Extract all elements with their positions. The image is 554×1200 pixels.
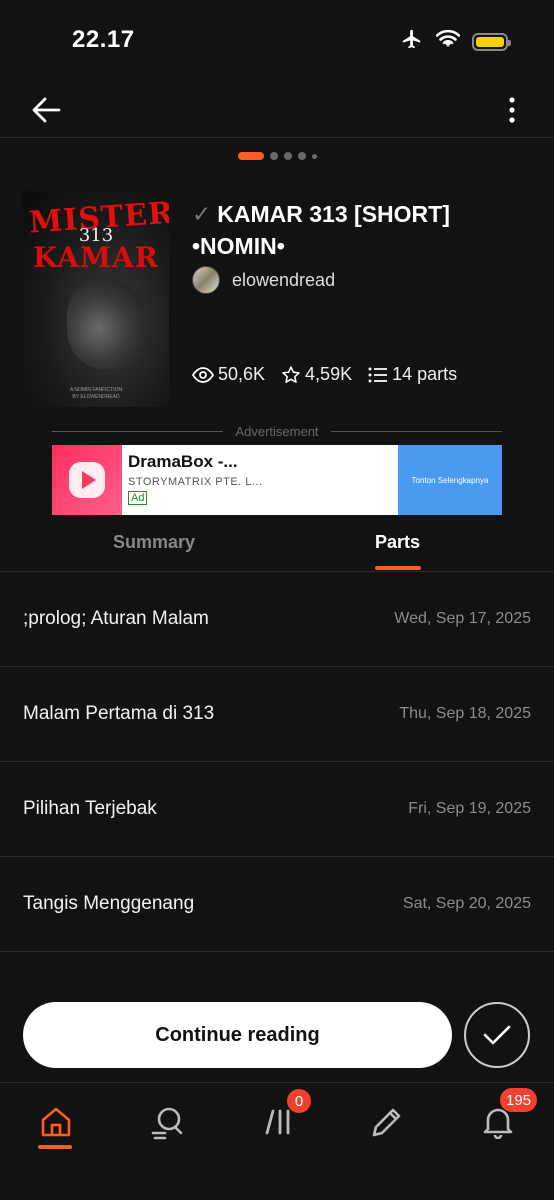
part-date: Sat, Sep 20, 2025 (402, 895, 531, 912)
list-item[interactable]: ;prolog; Aturan Malam Wed, Sep 17, 2025 (0, 572, 554, 667)
airplane-icon (400, 28, 424, 55)
views-count: 50,6K (218, 364, 266, 384)
battery-icon (472, 32, 511, 51)
part-date: Thu, Sep 18, 2025 (399, 705, 531, 722)
nav-home[interactable] (31, 1097, 81, 1147)
tab-summary[interactable]: Summary (113, 532, 195, 553)
verified-check-icon: ✓ (192, 201, 212, 227)
author-name[interactable]: elowendread (232, 270, 335, 291)
more-options-button[interactable] (498, 92, 526, 128)
pager-dot[interactable] (311, 153, 317, 159)
part-date: Fri, Sep 19, 2025 (408, 800, 531, 817)
more-vertical-icon (509, 97, 515, 123)
status-bar: 22.17 (0, 0, 554, 84)
library-icon (265, 1109, 290, 1135)
ad-label: Advertisement (235, 424, 319, 439)
arrow-left-icon (32, 97, 61, 123)
story-stats: 50,6K 4,59K 14 parts (192, 364, 457, 385)
ad-publisher: STORYMATRIX PTE. L... (128, 476, 263, 488)
parts-stat: 14 parts (368, 364, 457, 385)
part-date: Wed, Sep 17, 2025 (394, 610, 531, 627)
check-icon (483, 1025, 511, 1045)
status-icons (400, 28, 511, 55)
cover-credit-line2: BY ELOWENDREAD (72, 394, 120, 400)
votes-stat: 4,59K (281, 364, 352, 385)
ad-cta-button[interactable]: Tonton Selengkapnya (398, 445, 502, 515)
ad-badge: Ad (128, 491, 148, 505)
home-icon (41, 1107, 71, 1137)
book-cover[interactable]: MISTERI 313 KAMAR A NOMIN FANFICTION BY … (23, 191, 169, 407)
library-badge: 0 (287, 1089, 311, 1113)
list-icon (368, 367, 388, 382)
votes-count: 4,59K (305, 364, 353, 384)
search-icon (151, 1107, 183, 1140)
pager-dot[interactable] (297, 152, 306, 160)
star-icon (282, 365, 300, 383)
ad-banner[interactable]: DramaBox -... STORYMATRIX PTE. L... Ad T… (52, 445, 502, 515)
nav-search[interactable] (142, 1097, 192, 1147)
cover-figure (67, 279, 147, 369)
carousel-pager (0, 152, 554, 160)
cover-credit-line1: A NOMIN FANFICTION (69, 387, 123, 393)
tab-parts[interactable]: Parts (375, 532, 420, 553)
part-title[interactable]: ;prolog; Aturan Malam (23, 608, 209, 630)
divider (52, 431, 224, 432)
pager-dot[interactable] (269, 152, 278, 160)
cover-title-line2: KAMAR (33, 241, 159, 274)
mark-complete-button[interactable] (464, 1002, 530, 1068)
author-row[interactable]: elowendread (192, 266, 335, 294)
list-item[interactable]: Pilihan Terjebak Fri, Sep 19, 2025 (0, 762, 554, 857)
detail-tabs: Summary Parts (0, 522, 554, 572)
pager-dot[interactable] (283, 152, 292, 160)
part-title[interactable]: Pilihan Terjebak (23, 798, 157, 820)
story-title: ✓ KAMAR 313 [SHORT] •NOMIN• (192, 198, 522, 262)
status-time: 22.17 (72, 26, 135, 53)
top-bar (0, 84, 554, 138)
play-icon (69, 462, 105, 498)
bottom-nav (0, 1082, 554, 1200)
list-item[interactable]: Malam Pertama di 313 Thu, Sep 18, 2025 (0, 667, 554, 762)
parts-count: 14 parts (392, 364, 458, 384)
pencil-icon (372, 1108, 401, 1137)
list-item[interactable]: Tangis Menggenang Sat, Sep 20, 2025 (0, 857, 554, 952)
author-avatar[interactable] (192, 266, 220, 294)
ad-app-icon[interactable] (52, 445, 122, 515)
notifications-badge: 195 (500, 1088, 538, 1112)
pager-dot-active[interactable] (237, 152, 264, 160)
continue-reading-button[interactable]: Continue reading (23, 1002, 452, 1068)
active-tab-indicator (375, 566, 421, 570)
back-button[interactable] (28, 92, 64, 128)
divider (330, 431, 502, 432)
ad-label-row: Advertisement (52, 424, 502, 439)
wifi-icon (435, 29, 461, 54)
part-title[interactable]: Malam Pertama di 313 (23, 703, 214, 725)
ad-text[interactable]: DramaBox -... STORYMATRIX PTE. L... Ad (122, 445, 398, 515)
views-stat: 50,6K (192, 364, 265, 385)
part-title[interactable]: Tangis Menggenang (23, 893, 194, 915)
eye-icon (192, 366, 214, 383)
cover-credit: A NOMIN FANFICTION BY ELOWENDREAD (23, 387, 169, 401)
nav-write[interactable] (362, 1097, 412, 1147)
story-title-text: KAMAR 313 [SHORT] •NOMIN• (192, 201, 450, 259)
parts-list: ;prolog; Aturan Malam Wed, Sep 17, 2025 … (0, 572, 554, 952)
nav-active-indicator (38, 1145, 72, 1149)
ad-title[interactable]: DramaBox -... (128, 452, 392, 472)
